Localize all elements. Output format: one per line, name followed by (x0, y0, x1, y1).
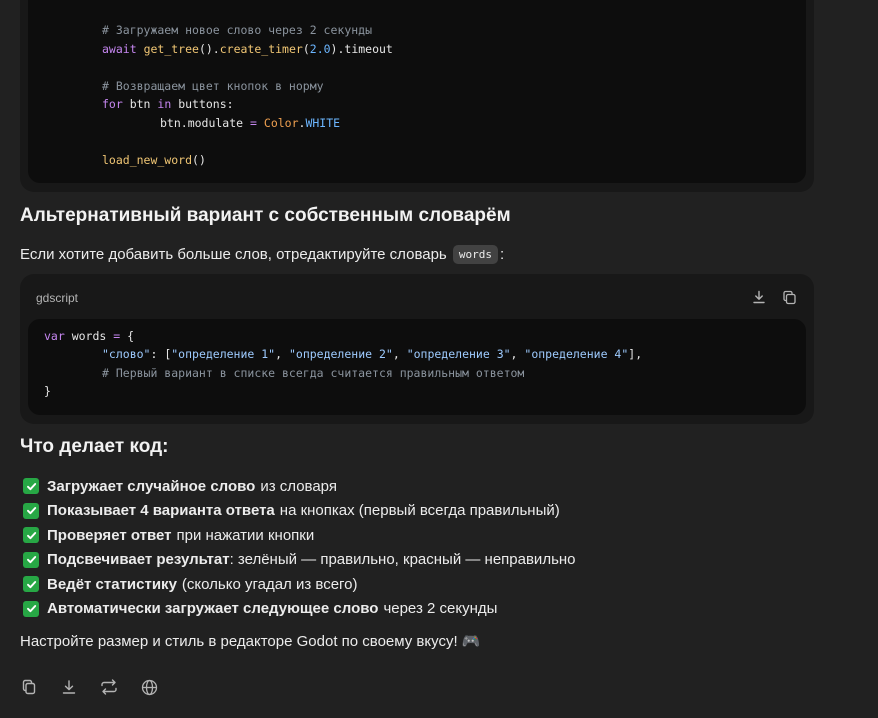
regenerate-icon[interactable] (99, 677, 119, 697)
code-line: } (44, 384, 51, 398)
feature-bold: Загружает случайное слово (47, 477, 256, 495)
code-content: # Загружаем новое слово через 2 секунды a… (28, 0, 806, 183)
checkmark-icon (23, 478, 39, 495)
code-token: get_tree (143, 41, 199, 56)
download-icon[interactable] (750, 288, 768, 306)
feature-bold: Показывает 4 варианта ответа (47, 502, 275, 520)
code-line: # Первый вариант в списке всегда считает… (102, 366, 524, 380)
code-line: for btn in buttons: (102, 97, 234, 111)
code-token: btn.modulate (160, 115, 251, 130)
intro-paragraph: Если хотите добавить больше слов, отреда… (20, 245, 504, 264)
code-block-gdscript: gdscript var words = {"слово": ["определ… (20, 274, 814, 424)
code-token: : [ (150, 347, 172, 362)
code-token: Color (263, 115, 299, 130)
code-token: { (120, 329, 135, 343)
feature-item: Проверяет ответ при нажатии кнопки (20, 523, 576, 548)
feature-item: Ведёт статистику (сколько угадал из всего… (20, 572, 576, 597)
inline-code-words: words (452, 245, 499, 264)
code-token: var (44, 329, 65, 343)
code-content: var words = { "слово": ["определение 1", … (28, 319, 806, 415)
code-token: ( (302, 41, 310, 56)
download-icon[interactable] (59, 677, 79, 697)
code-token: , (510, 347, 525, 362)
code-token: } (44, 383, 51, 398)
code-token: , (275, 347, 289, 362)
code-token: for (102, 97, 123, 111)
code-token: "определение 4" (524, 347, 629, 362)
feature-rest: из словаря (260, 477, 337, 495)
code-token: btn (122, 97, 158, 111)
code-line: await get_tree().create_timer(2.0).timeo… (102, 42, 393, 56)
code-token: = (250, 115, 257, 130)
code-line: var words = { (44, 329, 134, 343)
checkmark-icon (23, 600, 39, 617)
code-token: # Загружаем новое слово через 2 секунды (102, 23, 373, 37)
code-token: "определение 1" (171, 347, 276, 362)
code-token: in (157, 97, 172, 111)
copy-icon[interactable] (780, 288, 798, 306)
copy-icon[interactable] (19, 677, 39, 697)
feature-item: Подсвечивает результат: зелёный — правил… (20, 548, 576, 573)
checkmark-icon (23, 576, 39, 593)
code-token: load_new_word (102, 152, 193, 167)
code-block-top: # Загружаем новое слово через 2 секунды a… (20, 0, 814, 192)
code-token: WHITE (305, 115, 341, 130)
feature-bold: Проверяет ответ (47, 526, 172, 544)
code-token: "определение 3" (406, 347, 511, 362)
checkmark-icon (23, 502, 39, 519)
code-token: buttons: (171, 97, 234, 111)
code-token: ], (628, 347, 643, 362)
code-token: # Первый вариант в списке всегда считает… (102, 365, 525, 380)
code-line: # Загружаем новое слово через 2 секунды (102, 23, 372, 37)
code-token: words (64, 329, 114, 343)
code-token: , (392, 347, 407, 362)
feature-item: Загружает случайное слово из словаря (20, 474, 576, 499)
feature-rest: (сколько угадал из всего) (181, 575, 358, 593)
code-line: load_new_word() (102, 153, 206, 167)
code-language-label: gdscript (36, 291, 79, 305)
checkmark-icon (23, 551, 39, 568)
message-actions (19, 677, 159, 697)
feature-item: Автоматически загружает следующее слово ч… (20, 597, 576, 622)
section-heading-alternative: Альтернативный вариант с собственным сло… (20, 205, 511, 226)
intro-text: Если хотите добавить больше слов, отреда… (20, 246, 447, 263)
code-token: ).timeout (330, 41, 393, 56)
section-heading-what-code-does: Что делает код: (20, 436, 169, 457)
feature-rest: : зелёный — правильно, красный — неправи… (229, 551, 576, 569)
feature-rest: через 2 секунды (383, 600, 498, 618)
feature-bold: Ведёт статистику (47, 575, 177, 593)
code-line: # Возвращаем цвет кнопок в норму (102, 79, 324, 93)
code-token: 2.0 (309, 41, 331, 56)
feature-item: Показывает 4 варианта ответа на кнопках (… (20, 499, 576, 524)
globe-icon[interactable] (139, 677, 159, 697)
code-token: (). (198, 41, 220, 56)
feature-list: Загружает случайное слово из словаря Показ… (20, 474, 576, 621)
code-line: btn.modulate = Color.WHITE (160, 116, 340, 130)
checkmark-icon (23, 527, 39, 544)
feature-bold: Автоматически загружает следующее слово (47, 600, 379, 618)
footer-paragraph: Настройте размер и стиль в редакторе God… (20, 633, 481, 650)
feature-rest: на кнопках (первый всегда правильный) (279, 502, 560, 520)
feature-bold: Подсвечивает результат (47, 551, 230, 569)
code-token: create_timer (219, 41, 303, 56)
code-token: () (192, 152, 206, 167)
code-line: "слово": ["определение 1", "определение … (102, 347, 642, 361)
intro-colon: : (500, 246, 505, 263)
code-token: # Возвращаем цвет кнопок в норму (102, 78, 324, 93)
feature-rest: при нажатии кнопки (176, 526, 315, 544)
code-token: "определение 2" (288, 347, 393, 362)
code-token: "слово" (102, 347, 151, 362)
code-token: await (102, 41, 137, 56)
